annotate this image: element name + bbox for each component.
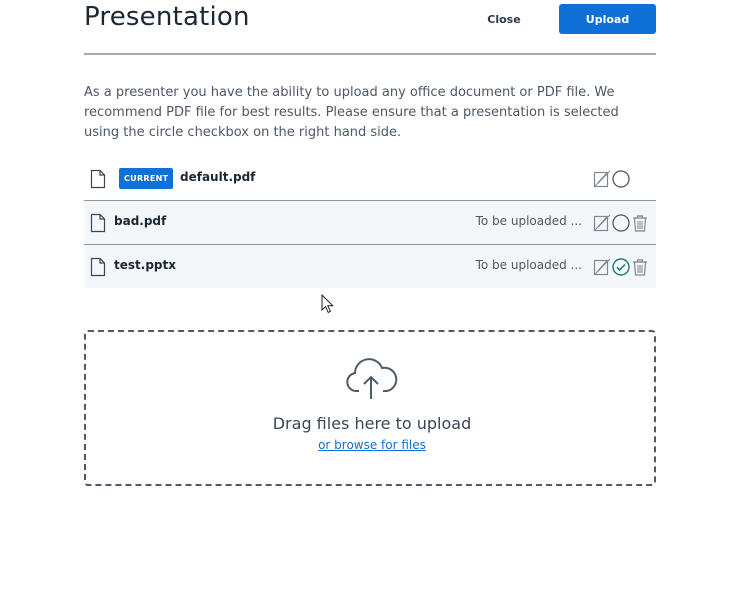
page-title: Presentation xyxy=(84,2,250,32)
file-name: default.pdf xyxy=(180,170,256,184)
edit-disabled-icon[interactable] xyxy=(593,258,611,276)
selected-check-icon[interactable] xyxy=(612,258,630,276)
cloud-upload-icon xyxy=(344,355,398,403)
file-icon xyxy=(90,169,106,189)
file-row-bad: bad.pdf To be uploaded ... xyxy=(84,201,656,245)
file-dropzone[interactable]: Drag files here to upload or browse for … xyxy=(84,330,656,486)
select-radio-icon[interactable] xyxy=(612,214,630,232)
mouse-cursor-icon xyxy=(321,293,335,314)
file-name: test.pptx xyxy=(114,258,176,272)
trash-icon[interactable] xyxy=(631,258,649,276)
file-icon xyxy=(90,257,106,277)
upload-status: To be uploaded ... xyxy=(475,214,582,228)
browse-files-link[interactable]: or browse for files xyxy=(86,438,658,452)
file-row-default: CURRENT default.pdf xyxy=(84,157,656,201)
upload-button[interactable]: Upload xyxy=(559,4,656,34)
edit-disabled-icon[interactable] xyxy=(593,214,611,232)
file-list: CURRENT default.pdf bad.pdf To be upload… xyxy=(84,157,656,288)
upload-description: As a presenter you have the ability to u… xyxy=(84,85,619,140)
file-row-test: test.pptx To be uploaded ... xyxy=(84,245,656,288)
edit-disabled-icon[interactable] xyxy=(593,170,611,188)
close-button[interactable]: Close xyxy=(476,5,532,33)
current-badge: CURRENT xyxy=(119,168,174,189)
upload-status: To be uploaded ... xyxy=(475,258,582,272)
file-name: bad.pdf xyxy=(114,214,167,228)
dropzone-text: Drag files here to upload xyxy=(272,414,472,433)
select-radio-icon[interactable] xyxy=(612,170,630,188)
trash-icon[interactable] xyxy=(631,214,649,232)
file-icon xyxy=(90,213,106,233)
header-divider xyxy=(84,53,656,55)
presentation-upload-page: Presentation Close Upload As a presenter… xyxy=(0,0,751,614)
